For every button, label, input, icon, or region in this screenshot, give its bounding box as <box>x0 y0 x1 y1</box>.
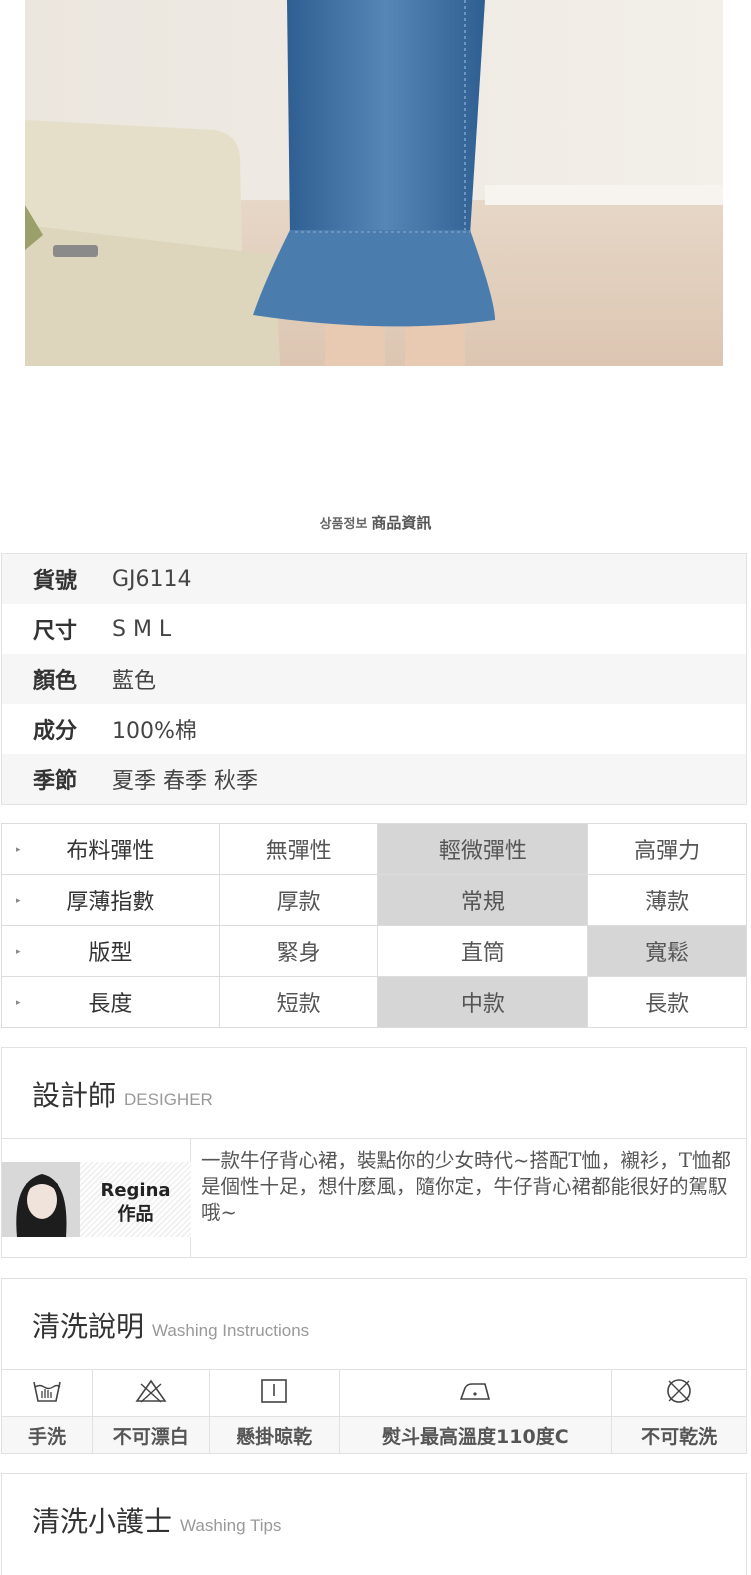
attribute-option: 輕微彈性 <box>377 823 589 875</box>
wash-label: 手洗 <box>1 1416 93 1454</box>
spec-row-sku: 貨號 GJ6114 <box>2 554 746 604</box>
attribute-option: 無彈性 <box>218 823 379 875</box>
attribute-row-thickness: ▸ 厚薄指數 厚款 常規 薄款 <box>1 874 747 926</box>
attribute-label: ▸ 長度 <box>1 976 220 1028</box>
designer-title: 設計師 DESIGHER <box>32 1079 213 1112</box>
attribute-option: 厚款 <box>218 874 379 926</box>
product-info-title-kr: 상품정보 <box>319 517 368 532</box>
spec-table: 貨號 GJ6114 尺寸 S M L 顏色 藍色 成分 100%棉 季節 夏季 … <box>1 553 747 805</box>
wash-label: 不可乾洗 <box>611 1416 747 1454</box>
attribute-option: 長款 <box>587 976 747 1028</box>
washing-tips-title: 清洗小護士 Washing Tips <box>32 1505 282 1538</box>
product-photo <box>25 0 723 366</box>
attribute-row-fit: ▸ 版型 緊身 直筒 寬鬆 <box>1 925 747 977</box>
iron-icon <box>338 1369 613 1417</box>
washing-subtitle: Washing Instructions <box>152 1321 310 1340</box>
product-info-title-zh: 商品資訊 <box>371 514 432 532</box>
washing-tips-subtitle: Washing Tips <box>180 1516 282 1535</box>
avatar <box>2 1162 80 1237</box>
no-dry-clean-icon <box>611 1369 747 1417</box>
spec-label: 尺寸 <box>33 619 78 644</box>
attribute-label: ▸ 厚薄指數 <box>1 874 220 926</box>
designer-name: Regina <box>100 1180 171 1201</box>
washing-title: 清洗說明 Washing Instructions <box>32 1310 310 1343</box>
designer-name-suffix: 作品 <box>117 1204 154 1225</box>
bullet-arrow-icon: ▸ <box>16 947 21 957</box>
spec-value: 夏季 春季 秋季 <box>112 769 258 794</box>
attribute-row-elasticity: ▸ 布料彈性 無彈性 輕微彈性 高彈力 <box>1 823 747 875</box>
attribute-row-length: ▸ 長度 短款 中款 長款 <box>1 976 747 1028</box>
designer-subtitle: DESIGHER <box>124 1090 213 1109</box>
attribute-option: 高彈力 <box>587 823 747 875</box>
attribute-table: ▸ 布料彈性 無彈性 輕微彈性 高彈力 ▸ 厚薄指數 厚款 常規 薄款 ▸ 版型 緊身… <box>1 823 747 1028</box>
spec-value: S M L <box>112 616 172 642</box>
attribute-option: 薄款 <box>587 874 747 926</box>
attribute-option: 緊身 <box>218 925 379 977</box>
spec-row-size: 尺寸 S M L <box>2 604 746 654</box>
spec-value: GJ6114 <box>112 566 192 592</box>
attribute-option: 直筒 <box>377 925 589 977</box>
bullet-arrow-icon: ▸ <box>16 998 21 1008</box>
product-info-title: 상품정보 商品資訊 <box>0 512 751 533</box>
attribute-option: 中款 <box>377 976 589 1028</box>
no-bleach-icon <box>91 1369 210 1417</box>
wash-label: 不可漂白 <box>91 1416 210 1454</box>
hang-dry-icon <box>208 1369 340 1417</box>
attribute-label: ▸ 版型 <box>1 925 220 977</box>
spec-label: 貨號 <box>33 569 78 594</box>
designer-section: 設計師 DESIGHER Regina 作品 一款牛仔背心裙，裝點你的少女時代~搭… <box>1 1047 747 1258</box>
attribute-option: 短款 <box>218 976 379 1028</box>
bullet-arrow-icon: ▸ <box>16 845 21 855</box>
spec-value: 藍色 <box>112 669 157 694</box>
bullet-arrow-icon: ▸ <box>16 896 21 906</box>
washing-tips-section: 清洗小護士 Washing Tips <box>1 1473 747 1575</box>
wash-label: 熨斗最高溫度110度C <box>338 1416 613 1454</box>
spec-label: 顏色 <box>33 669 78 694</box>
washing-section: 清洗說明 Washing Instructions 手洗 不可漂白 懸掛晾乾 熨… <box>1 1278 747 1454</box>
attribute-option: 常規 <box>377 874 589 926</box>
designer-profile: Regina 作品 <box>2 1139 191 1257</box>
spec-value: 100%棉 <box>112 719 197 744</box>
washing-grid: 手洗 不可漂白 懸掛晾乾 熨斗最高溫度110度C 不可乾洗 <box>1 1369 747 1454</box>
spec-label: 季節 <box>33 769 78 794</box>
wash-label: 懸掛晾乾 <box>208 1416 340 1454</box>
attribute-option: 寬鬆 <box>587 925 747 977</box>
spec-label: 成分 <box>33 719 78 744</box>
attribute-label: ▸ 布料彈性 <box>1 823 220 875</box>
designer-description: 一款牛仔背心裙，裝點你的少女時代~搭配T恤，襯衫，T恤都是個性十足，想什麼風，隨… <box>201 1149 731 1224</box>
spec-row-material: 成分 100%棉 <box>2 704 746 754</box>
designer-name-card: Regina 作品 <box>80 1162 191 1237</box>
spec-row-color: 顏色 藍色 <box>2 654 746 704</box>
spec-row-season: 季節 夏季 春季 秋季 <box>2 754 746 804</box>
hand-wash-icon <box>1 1369 93 1417</box>
